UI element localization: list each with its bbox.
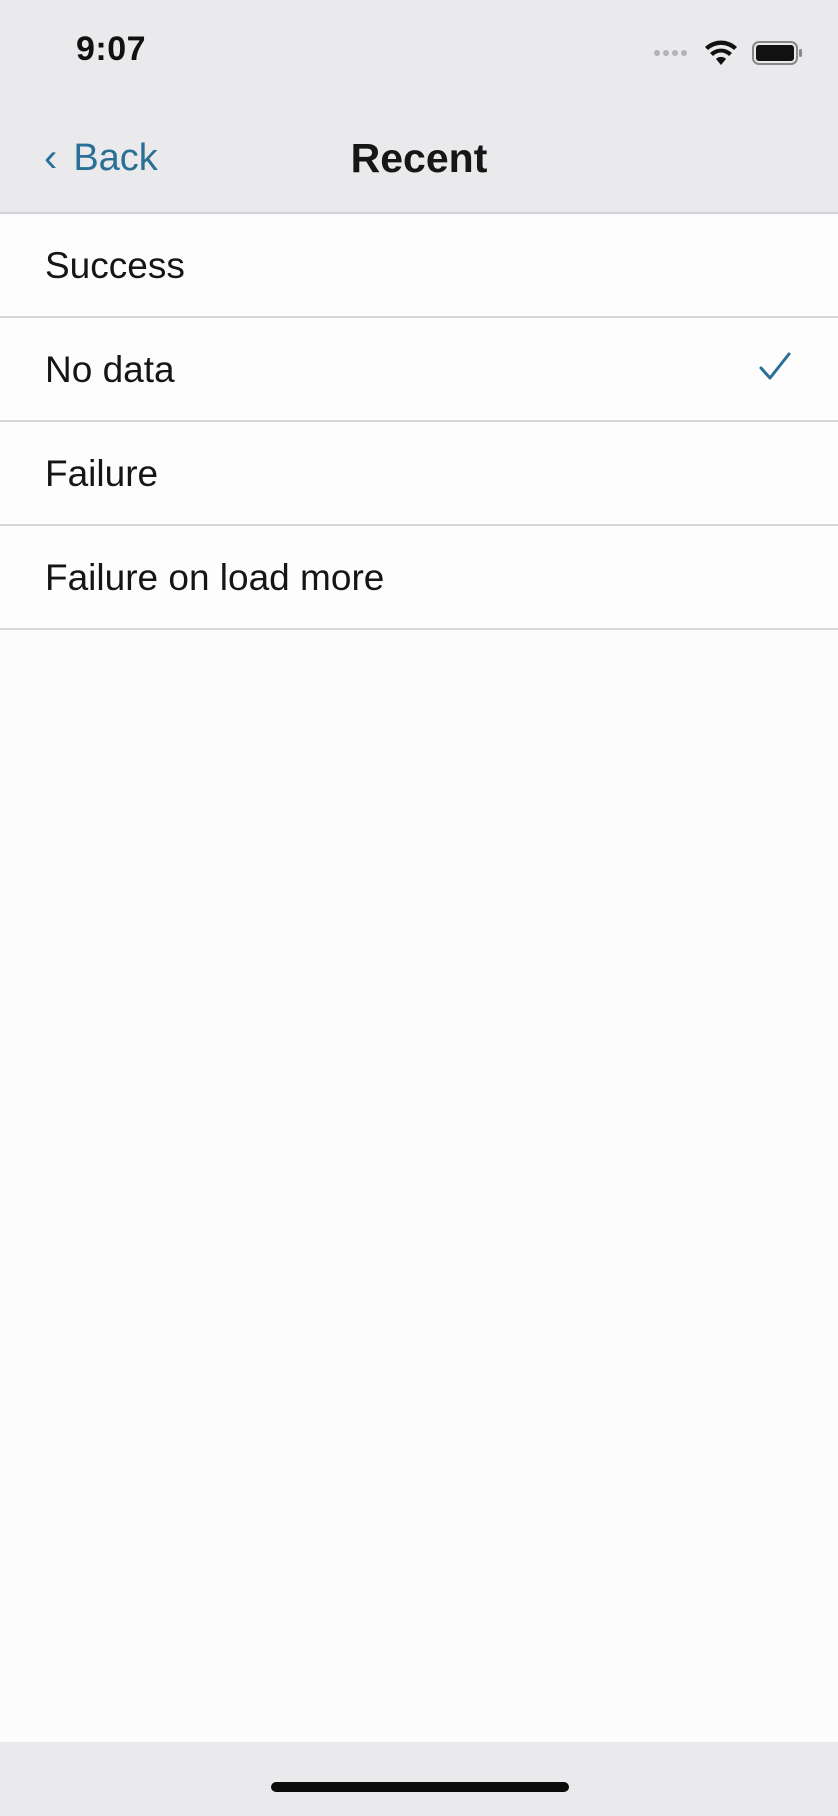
list-item-no-data[interactable]: No data [0,318,838,422]
list-item-label: No data [45,349,175,390]
list-item-label: Failure [45,453,159,494]
back-button[interactable]: ‹ Back [44,130,158,186]
bottom-bar [0,1742,838,1816]
wifi-icon [705,40,737,65]
chevron-left-icon: ‹ [44,136,58,180]
home-indicator[interactable] [271,1782,569,1792]
cellular-signal-icon [654,50,690,56]
back-button-label: Back [73,136,158,179]
status-icons [654,38,804,68]
list-item-label: Success [45,245,185,286]
checkmark-icon [759,352,791,380]
battery-icon [752,41,802,65]
navigation-header: 9:07 ‹ Back Recent [0,0,838,214]
status-time: 9:07 [76,30,147,68]
list-item-failure[interactable]: Failure [0,422,838,526]
list-item-label: Failure on load more [45,557,385,598]
list-item-failure-on-load-more[interactable]: Failure on load more [0,526,838,630]
list-item-success[interactable]: Success [0,214,838,318]
options-list: Success No data Failure Failure on load … [0,214,838,630]
